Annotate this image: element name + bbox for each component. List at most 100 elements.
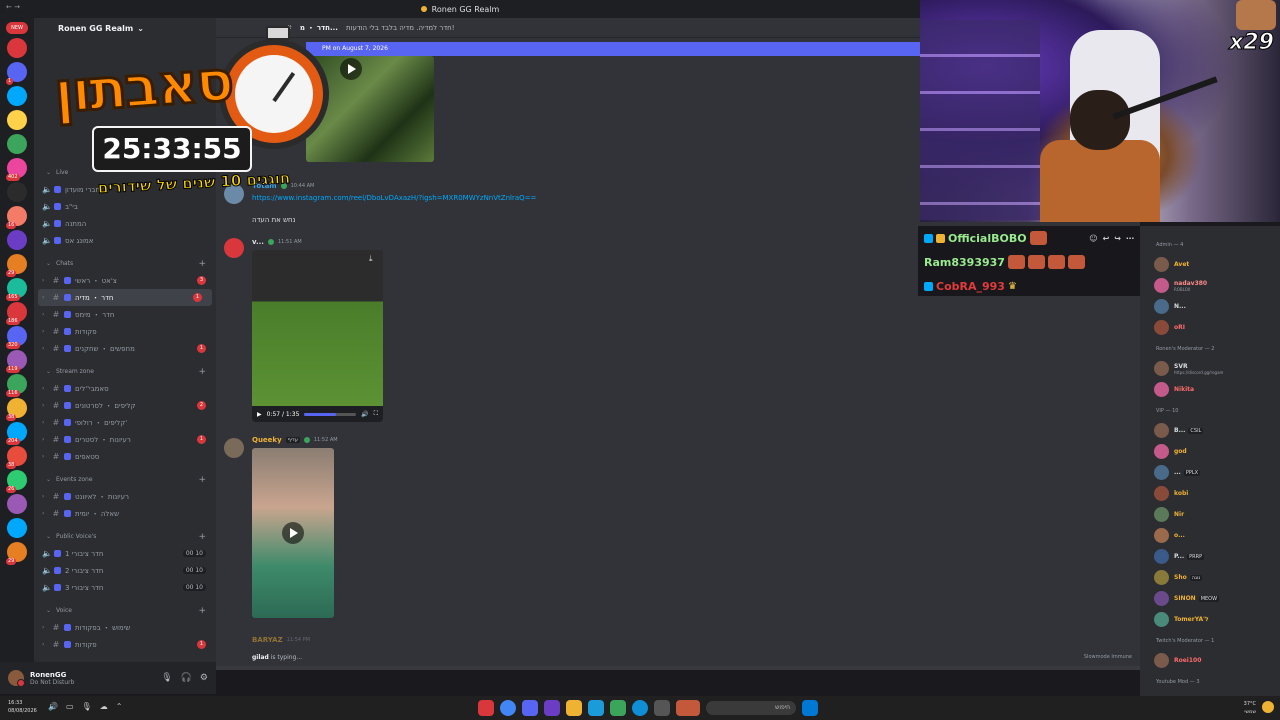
server-icon[interactable]: 204 [6, 422, 27, 445]
window-icon[interactable]: ▭ [66, 702, 74, 711]
member-item[interactable]: oRI [1154, 317, 1280, 338]
channel-item[interactable]: 🔈 חדר ציבורי 2 00 10 [34, 562, 216, 579]
taskbar-clock[interactable]: 16:33 08/08/2026 [8, 699, 37, 715]
server-icon[interactable]: 186 [6, 302, 27, 325]
add-channel-icon[interactable]: + [198, 475, 206, 485]
channel-item[interactable]: › # קליפים ・ רולופי' [34, 414, 216, 431]
chevron-up-icon[interactable]: ⌃ [116, 702, 123, 711]
server-icon[interactable] [7, 518, 27, 538]
channel-item[interactable]: 🔈 אמונג אס [34, 232, 216, 249]
server-icon[interactable]: 116 [6, 374, 27, 397]
member-item[interactable]: Roei100 [1154, 650, 1280, 671]
member-item[interactable]: kobi [1154, 483, 1280, 504]
channel-item[interactable]: 🔈 המתנה [34, 215, 216, 232]
member-item[interactable]: Avet [1154, 254, 1280, 275]
member-item[interactable]: P... PRRP [1154, 546, 1280, 567]
channel-item[interactable]: 🔈 חדר ציבורי 3 00 10 [34, 579, 216, 596]
forward-icon[interactable]: ↪ [1114, 234, 1121, 243]
member-item[interactable]: N... [1154, 296, 1280, 317]
weather-widget[interactable]: 37°C שמשי [1244, 700, 1256, 716]
member-item[interactable]: B... CSIL [1154, 420, 1280, 441]
channel-item[interactable]: › # סטאפים [34, 448, 216, 465]
app-icon[interactable] [654, 700, 670, 716]
member-item[interactable]: SVR https://discord.gg/rogam [1154, 358, 1280, 379]
steam-icon[interactable] [588, 700, 604, 716]
member-item[interactable]: Nikita [1154, 379, 1280, 400]
channel-item[interactable]: › # פקודות 1 [34, 636, 216, 653]
chrome-icon[interactable] [500, 700, 516, 716]
channel-item[interactable]: › # פקודות [34, 323, 216, 340]
server-icon[interactable] [7, 494, 27, 514]
add-channel-icon[interactable]: + [198, 259, 206, 269]
video-progress-bar[interactable] [304, 412, 357, 416]
fullscreen-icon[interactable]: ⛶ [374, 410, 378, 418]
channel-item[interactable]: › # מחפשים ・ שחקנים 1 [34, 340, 216, 357]
category-stream[interactable]: ⌄ Stream zone + [34, 363, 216, 380]
channel-item[interactable]: › # רעיונות ・ לסטרים 1 [34, 431, 216, 448]
taskbar-search[interactable]: חיפוש [706, 701, 796, 715]
member-item[interactable]: Nir [1154, 504, 1280, 525]
obs-icon[interactable] [544, 700, 560, 716]
channel-item[interactable]: › # חדר ・ מדיה 1 [38, 289, 212, 306]
server-icon[interactable]: 26 [6, 470, 27, 493]
volume-icon[interactable]: 🔊 [48, 702, 58, 711]
more-icon[interactable]: ⋯ [1126, 234, 1134, 243]
member-item[interactable]: ... PPLX [1154, 462, 1280, 483]
category-events[interactable]: ⌄ Events zone + [34, 471, 216, 488]
folder-icon[interactable] [566, 700, 582, 716]
channel-item[interactable]: › # חדר ・ מימס [34, 306, 216, 323]
member-item[interactable]: SINON MEOW [1154, 588, 1280, 609]
volume-icon[interactable]: 🔊 [361, 411, 368, 418]
gear-icon[interactable]: ⚙ [200, 673, 208, 683]
channel-item[interactable]: › # סאמבי''לים [34, 380, 216, 397]
member-item[interactable]: god [1154, 441, 1280, 462]
server-icon[interactable]: 165 [6, 278, 27, 301]
avatar[interactable] [224, 238, 244, 258]
cloud-icon[interactable]: ☁ [100, 702, 108, 711]
member-item[interactable]: TomerYA'ל [1154, 609, 1280, 630]
avatar[interactable] [8, 670, 25, 687]
server-icon[interactable]: 38 [6, 446, 27, 469]
category-public-voice[interactable]: ⌄ Public Voice's + [34, 528, 216, 545]
channel-item[interactable]: › # רעיונות ・ לאיוונט [34, 488, 216, 505]
server-icon[interactable]: 29 [6, 254, 27, 277]
microphone-icon[interactable]: 🎙 [161, 673, 172, 683]
message-composer[interactable]: + 🎁 ▣ ◨ ☺ ▦ [216, 666, 1140, 670]
channel-item[interactable]: › # צ'אט ・ ראשי 3 [34, 272, 216, 289]
member-item[interactable]: Sho נוגה [1154, 567, 1280, 588]
avatar[interactable] [224, 438, 244, 458]
member-item[interactable]: nadav380 ROBLOX [1154, 275, 1280, 296]
notification-icon[interactable] [1262, 701, 1274, 713]
server-icon[interactable]: 119 [6, 350, 27, 373]
category-voice[interactable]: ⌄ Voice + [34, 602, 216, 619]
channel-item[interactable]: › # שאלה ・ יומית [34, 505, 216, 522]
microphone-icon[interactable]: 🎙 [82, 702, 92, 711]
server-icon[interactable]: 320 [6, 326, 27, 349]
edge-icon[interactable] [632, 700, 648, 716]
nav-arrows[interactable]: ← → [6, 3, 20, 11]
channel-item[interactable]: › # קליפים ・ לסרטונים 2 [34, 397, 216, 414]
media-embed[interactable] [252, 448, 334, 618]
add-channel-icon[interactable]: + [198, 367, 206, 377]
app-icon[interactable] [676, 700, 700, 716]
app-icon[interactable] [478, 700, 494, 716]
server-icon[interactable]: 16 [6, 206, 27, 229]
play-icon[interactable]: ▶ [257, 411, 262, 418]
message-author[interactable]: BARYAZ [252, 636, 283, 644]
server-icon[interactable]: 38 [6, 398, 27, 421]
channel-item[interactable]: › # שימוש ・ בפקודות [34, 619, 216, 636]
channel-item[interactable]: 🔈 חדר ציבורי 1 00 10 [34, 545, 216, 562]
add-channel-icon[interactable]: + [198, 532, 206, 542]
headset-icon[interactable]: 🎧 [181, 673, 192, 683]
message-author[interactable]: v... [252, 238, 264, 246]
reply-icon[interactable]: ↩ [1103, 234, 1110, 243]
category-chats[interactable]: ⌄ Chats + [34, 255, 216, 272]
add-channel-icon[interactable]: + [198, 606, 206, 616]
discord-icon[interactable] [522, 700, 538, 716]
app-icon[interactable] [610, 700, 626, 716]
smile-icon[interactable]: ☺ [1089, 234, 1097, 243]
server-icon[interactable] [7, 230, 27, 250]
member-item[interactable]: o... [1154, 525, 1280, 546]
download-icon[interactable]: ⤓ [369, 254, 379, 264]
video-player[interactable]: ⤓ ▶ 0:57 / 1:35 🔊 ⛶ [252, 250, 383, 422]
